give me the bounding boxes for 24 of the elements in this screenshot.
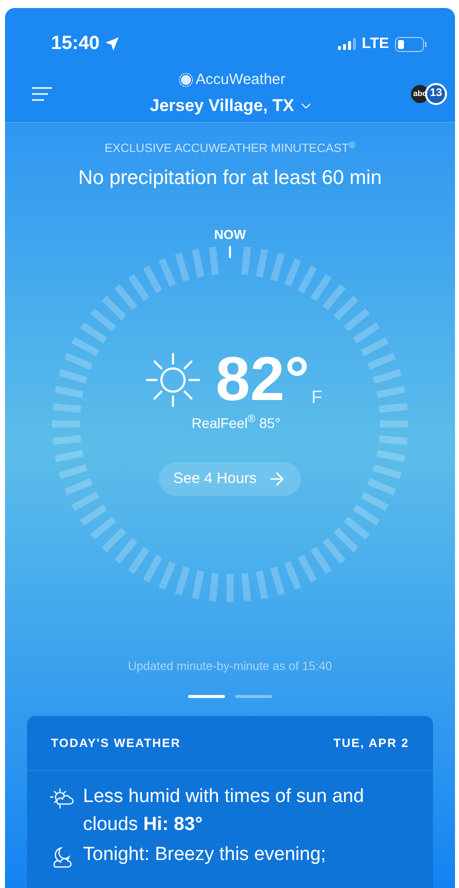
forecast-text: Tonight: Breezy this evening; [83, 843, 326, 867]
card-date: TUE, APR 2 [333, 735, 409, 752]
status-time: 15:40 [51, 32, 100, 56]
page-indicator[interactable] [188, 695, 225, 698]
page-indicator[interactable] [235, 695, 272, 698]
temperature: 82° [216, 348, 310, 410]
realfeel-text: RealFeel$^{®}$ 85° [192, 412, 280, 432]
menu-icon[interactable] [31, 86, 53, 102]
temperature-unit: F [311, 386, 322, 408]
updated-text: Updated minute-by-minute as of 15:40 [128, 658, 332, 675]
sun-logo-icon [178, 72, 193, 87]
signal-icon [338, 38, 356, 50]
sun-icon [144, 350, 202, 408]
minutecast-label: EXCLUSIVE ACCUWEATHER MINUTECAST$^{®}$ [104, 139, 356, 157]
precipitation-headline: No precipitation for at least 60 min [78, 166, 382, 191]
location-selector[interactable]: Jersey Village, TX [150, 93, 314, 118]
battery-icon [395, 36, 427, 52]
network-label: LTE [362, 34, 389, 54]
brand-name: AccuWeather [196, 70, 286, 90]
see-hours-button[interactable]: See 4 Hours [159, 462, 301, 496]
card-title: TODAY'S WEATHER [51, 735, 181, 752]
forecast-text: Less humid with times of sun and clouds Hi: 83° [83, 785, 365, 837]
now-label: NOW [214, 226, 246, 244]
location-arrow-icon [104, 36, 120, 52]
